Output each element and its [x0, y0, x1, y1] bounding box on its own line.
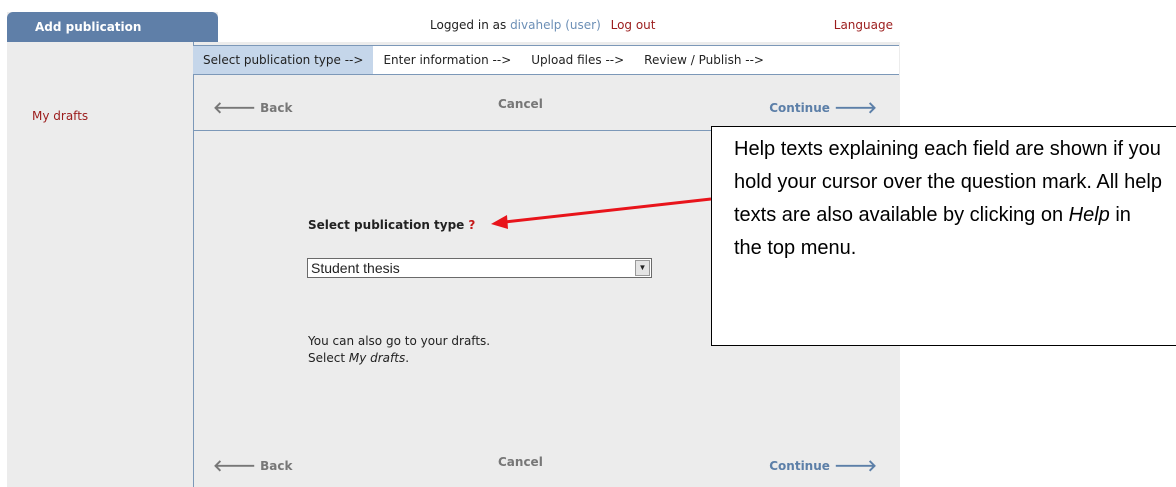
callout-help-word: Help: [1068, 204, 1110, 226]
cancel-button-bottom[interactable]: Cancel: [498, 455, 543, 469]
chevron-down-icon[interactable]: ▼: [635, 260, 650, 276]
drafts-hint: You can also go to your drafts. Select M…: [308, 333, 490, 367]
continue-label: Continue: [769, 459, 830, 473]
help-question-icon[interactable]: ?: [468, 218, 475, 232]
continue-label: Continue: [769, 101, 830, 115]
arrow-left-icon: 🡐: [213, 98, 256, 117]
hint-line-1: You can also go to your drafts.: [308, 334, 491, 348]
hint-line-2: Select My drafts.: [308, 350, 490, 367]
back-label: Back: [260, 101, 293, 115]
language-link[interactable]: Language: [834, 18, 893, 32]
hint-drafts-ref: My drafts: [348, 351, 406, 365]
top-bar: Logged in as divahelp (user) Log out Lan…: [193, 18, 899, 42]
step-review-publish[interactable]: Review / Publish -->: [634, 46, 774, 74]
sidebar-item-my-drafts[interactable]: My drafts: [32, 109, 88, 123]
back-label: Back: [260, 459, 293, 473]
add-publication-tab[interactable]: Add publication: [7, 12, 218, 42]
continue-button[interactable]: Continue 🡒: [769, 97, 877, 117]
continue-button-bottom[interactable]: Continue 🡒: [769, 455, 877, 475]
back-button-bottom[interactable]: 🡐 Back: [213, 455, 292, 475]
nav-row-bottom: 🡐 Back Cancel Continue 🡒: [193, 455, 899, 485]
step-select-type[interactable]: Select publication type -->: [193, 46, 374, 74]
field-label-text: Select publication type: [308, 218, 465, 232]
help-callout: Help texts explaining each field are sho…: [711, 126, 1176, 346]
step-enter-information[interactable]: Enter information -->: [373, 46, 521, 74]
back-button[interactable]: 🡐 Back: [213, 97, 292, 117]
publication-type-select[interactable]: Student thesis ▼: [307, 258, 652, 278]
logged-in-label: Logged in as: [430, 18, 507, 32]
step-tabs: Select publication type --> Enter inform…: [193, 45, 899, 75]
arrow-right-icon: 🡒: [834, 98, 877, 117]
publication-type-label: Select publication type?: [308, 218, 475, 232]
sidebar: Add publication My drafts: [7, 12, 218, 487]
select-value: Student thesis: [311, 260, 400, 276]
hint-suffix: .: [405, 351, 410, 365]
hint-prefix: Select: [308, 351, 349, 365]
cancel-button[interactable]: Cancel: [498, 97, 543, 111]
logout-link[interactable]: Log out: [611, 18, 656, 32]
step-upload-files[interactable]: Upload files -->: [521, 46, 634, 74]
arrow-right-icon: 🡒: [834, 456, 877, 475]
username: divahelp (user): [510, 18, 601, 32]
login-status: Logged in as divahelp (user) Log out: [430, 18, 656, 32]
nav-row-top: 🡐 Back Cancel Continue 🡒: [193, 97, 899, 127]
arrow-left-icon: 🡐: [213, 456, 256, 475]
